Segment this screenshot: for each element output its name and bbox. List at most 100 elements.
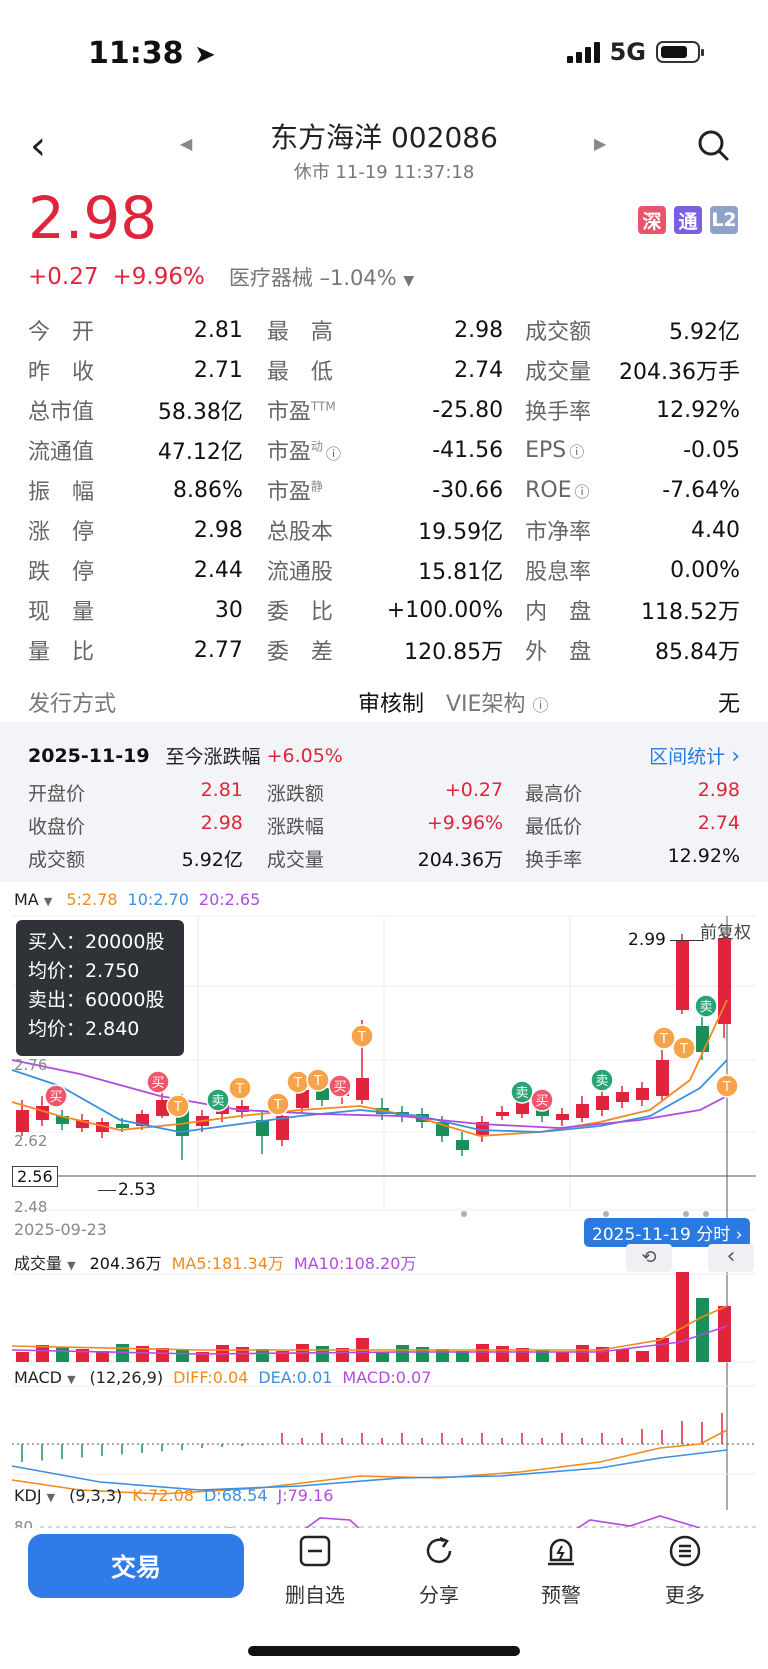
high-price-label: 2.99: [628, 930, 704, 950]
quote-label[interactable]: 市盈动 ⓘ: [267, 434, 341, 466]
period-value: +0.27: [444, 779, 504, 801]
quote-label: 成交量: [525, 360, 592, 385]
vie-value: 无: [717, 692, 740, 717]
period-range-value: +6.05%: [266, 744, 343, 767]
ma10-value: 10:2.70: [127, 890, 189, 909]
volume-bar: [396, 1345, 409, 1362]
candle-body: [656, 1060, 669, 1096]
kdj-selector[interactable]: KDJ ▼: [14, 1486, 55, 1505]
quote-label[interactable]: EPS ⓘ: [525, 438, 584, 463]
period-value: +9.96%: [426, 812, 504, 834]
marker-label: T: [235, 1082, 244, 1097]
marker-label: 卖: [595, 1074, 608, 1089]
volume-value: 204.36万: [89, 1254, 162, 1273]
quote-value: 8.86%: [173, 477, 243, 503]
quote-label[interactable]: ROE ⓘ: [525, 478, 590, 503]
chevron-right-icon: ›: [735, 1225, 743, 1245]
macd-diff-line: [11, 1429, 728, 1495]
quote-cell: 振 幅 8.86%: [28, 474, 243, 506]
triangle-right-icon: ▶: [594, 134, 607, 153]
info-icon: ⓘ: [325, 445, 341, 463]
ma-selector[interactable]: MA ▼: [14, 890, 52, 909]
quote-label: 总市值: [28, 400, 95, 425]
quote-label-sup: 动: [310, 439, 323, 454]
macd-value: MACD:0.07: [342, 1368, 432, 1387]
price-change-pct: +9.96%: [112, 264, 205, 290]
period-row: 开盘价 2.81 涨跌额 +0.27 最高价 2.98: [28, 776, 740, 809]
volume-ma5-line: [11, 1305, 728, 1351]
kdj-j: J:79.16: [277, 1486, 334, 1505]
tab-alert[interactable]: 预警: [516, 1534, 606, 1608]
quote-cell: 市盈静 -30.66: [267, 474, 503, 506]
marker-label: 卖: [515, 1086, 528, 1101]
period-cell: 收盘价 2.98: [28, 812, 243, 839]
volume-bar: [316, 1346, 329, 1362]
tab-label: 删自选: [285, 1583, 345, 1607]
caret-down-icon: ▼: [403, 273, 415, 289]
quote-value: 58.38亿: [157, 400, 243, 425]
quote-label: 内 盘: [525, 600, 592, 625]
quote-label: 换手率: [525, 400, 592, 425]
volume-bar: [16, 1352, 29, 1362]
tooltip-sell-avg: 均价：2.840: [28, 1018, 140, 1040]
candle-body: [516, 1102, 529, 1114]
quote-cell: 成交额 5.92亿: [525, 314, 740, 346]
rotate-button[interactable]: ⟲: [626, 1244, 672, 1272]
marker-label: T: [659, 1032, 668, 1047]
candle-body: [636, 1088, 649, 1100]
tab-label: 预警: [541, 1583, 581, 1607]
next-stock-button[interactable]: ▶: [594, 134, 606, 153]
quote-value: 2.98: [193, 517, 243, 543]
badge-connect[interactable]: 通: [674, 206, 702, 234]
marker-label: T: [313, 1074, 322, 1089]
low-price-label: 2.53: [98, 1180, 156, 1200]
status-indicators: 5G: [566, 38, 704, 66]
volume-bar: [718, 1306, 731, 1362]
period-row: 成交额 5.92亿 成交量 204.36万 换手率 12.92%: [28, 842, 740, 875]
badge-level2[interactable]: L2: [710, 206, 738, 234]
y-tick-262: 2.62: [14, 1132, 48, 1150]
marker-label: T: [273, 1098, 282, 1113]
period-label: 换手率: [525, 849, 583, 871]
quote-value: 47.12亿: [157, 440, 243, 465]
chevron-right-icon: ›: [731, 744, 740, 769]
tab-remove-watchlist[interactable]: 删自选: [270, 1534, 360, 1608]
trade-button[interactable]: 交易: [28, 1534, 244, 1598]
quote-cell: 总股本 19.59亿: [267, 514, 503, 546]
macd-selector[interactable]: MACD ▼: [14, 1368, 76, 1387]
period-cell: 换手率 12.92%: [525, 845, 740, 872]
quote-row: 涨 停 2.98 总股本 19.59亿 市净率 4.40: [28, 510, 740, 550]
range-stats-link[interactable]: 区间统计 ›: [649, 742, 740, 769]
quote-label: 市净率: [525, 520, 592, 545]
quote-label: 振 幅: [28, 480, 95, 505]
quote-cell: ROE ⓘ -7.64%: [525, 478, 740, 503]
quote-value: 4.40: [691, 517, 741, 543]
vie-label[interactable]: VIE架构 ⓘ: [446, 686, 548, 718]
quote-value: +100.00%: [386, 597, 504, 623]
tab-share[interactable]: 分享: [394, 1534, 484, 1608]
market-status: 休市 11-19 11:37:18: [293, 162, 475, 183]
period-label: 收盘价: [28, 816, 86, 838]
caret-down-icon: ▼: [43, 895, 53, 908]
page-dot: [703, 1211, 709, 1217]
adjust-label[interactable]: 前复权: [700, 918, 751, 943]
y-tick-248: 2.48: [14, 1198, 48, 1216]
quote-cell: 现 量 30: [28, 594, 243, 626]
volume-selector[interactable]: 成交量 ▼: [14, 1250, 76, 1274]
badge-shenzhen[interactable]: 深: [638, 206, 666, 234]
volume-bar: [556, 1352, 569, 1362]
quote-value: -30.66: [432, 477, 504, 503]
tab-more[interactable]: 更多: [640, 1534, 730, 1608]
search-icon[interactable]: [696, 128, 730, 162]
industry-link[interactable]: 医疗器械 –1.04% ▼: [229, 262, 414, 292]
page-dot: [683, 1211, 689, 1217]
quote-row: 振 幅 8.86% 市盈静 -30.66 ROE ⓘ -7.64%: [28, 470, 740, 510]
candle-body: [718, 938, 731, 1024]
quote-cell: 最 低 2.74: [267, 354, 503, 386]
quote-row: 现 量 30 委 比 +100.00% 内 盘 118.52万: [28, 590, 740, 630]
cursor-date-pill[interactable]: 2025-11-19 分时 ›: [584, 1218, 751, 1247]
home-indicator: [248, 1646, 520, 1656]
quote-cell: 昨 收 2.71: [28, 354, 243, 386]
share-icon: [426, 1536, 452, 1564]
collapse-button[interactable]: ‹: [708, 1244, 754, 1272]
